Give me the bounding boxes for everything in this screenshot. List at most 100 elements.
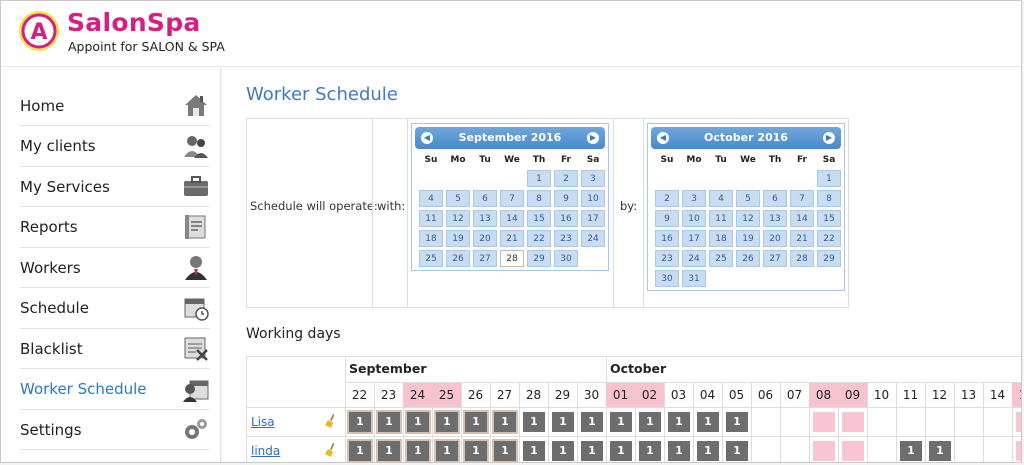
calendar-day[interactable]: 7 [790, 190, 814, 207]
sidebar-item-settings[interactable]: Settings [20, 410, 210, 450]
work-slot[interactable]: 1 [726, 441, 748, 461]
next-month-icon[interactable]: ▶ [823, 132, 835, 144]
calendar-day[interactable]: 5 [446, 190, 470, 207]
calendar-day[interactable]: 16 [655, 230, 679, 247]
calendar-day[interactable]: 13 [473, 210, 497, 227]
work-slot[interactable]: 1 [929, 441, 951, 461]
work-slot[interactable]: 1 [347, 439, 373, 462]
weekend-slot[interactable] [842, 441, 864, 461]
calendar-day[interactable]: 6 [763, 190, 787, 207]
work-slot[interactable]: 1 [552, 412, 574, 432]
work-slot[interactable]: 1 [434, 410, 460, 434]
broom-icon[interactable] [325, 443, 337, 457]
calendar-day[interactable]: 8 [817, 190, 841, 207]
calendar-day[interactable]: 12 [736, 210, 760, 227]
calendar-day[interactable]: 24 [682, 250, 706, 267]
calendar-day[interactable]: 13 [763, 210, 787, 227]
work-slot[interactable]: 1 [697, 412, 719, 432]
calendar-day[interactable]: 30 [655, 270, 679, 287]
calendar-day[interactable]: 11 [709, 210, 733, 227]
calendar-day[interactable]: 5 [736, 190, 760, 207]
work-slot[interactable]: 1 [347, 410, 373, 434]
calendar-day[interactable]: 27 [763, 250, 787, 267]
calendar-day[interactable]: 12 [446, 210, 470, 227]
weekend-slot[interactable] [1016, 441, 1021, 461]
calendar-day[interactable]: 2 [655, 190, 679, 207]
calendar-day[interactable]: 10 [581, 190, 605, 207]
calendar-day[interactable]: 21 [500, 230, 524, 247]
calendar-day[interactable]: 14 [500, 210, 524, 227]
next-month-icon[interactable]: ▶ [587, 132, 599, 144]
work-slot[interactable]: 1 [376, 439, 402, 462]
calendar-day[interactable]: 20 [473, 230, 497, 247]
calendar-day[interactable]: 24 [581, 230, 605, 247]
calendar-day[interactable]: 1 [817, 170, 841, 187]
calendar-day[interactable]: 25 [709, 250, 733, 267]
calendar-day[interactable]: 15 [817, 210, 841, 227]
calendar-day[interactable]: 27 [473, 250, 497, 267]
calendar-day[interactable]: 25 [419, 250, 443, 267]
work-slot[interactable]: 1 [668, 412, 690, 432]
work-slot[interactable]: 1 [610, 412, 632, 432]
calendar-day[interactable]: 23 [655, 250, 679, 267]
calendar-day[interactable]: 4 [419, 190, 443, 207]
calendar-day[interactable]: 15 [527, 210, 551, 227]
work-slot[interactable]: 1 [492, 439, 518, 462]
calendar-day[interactable]: 29 [527, 250, 551, 267]
prev-month-icon[interactable]: ◀ [421, 132, 433, 144]
calendar-day[interactable]: 31 [682, 270, 706, 287]
calendar-day[interactable]: 7 [500, 190, 524, 207]
work-slot[interactable]: 1 [492, 410, 518, 434]
sidebar-item-blacklist[interactable]: Blacklist [20, 329, 210, 369]
work-slot[interactable]: 1 [668, 441, 690, 461]
calendar-day[interactable]: 2 [554, 170, 578, 187]
work-slot[interactable]: 1 [581, 441, 603, 461]
weekend-slot[interactable] [1016, 412, 1021, 432]
work-slot[interactable]: 1 [726, 412, 748, 432]
calendar-day[interactable]: 26 [736, 250, 760, 267]
broom-icon[interactable] [325, 414, 337, 428]
sidebar-item-schedule[interactable]: Schedule [20, 289, 210, 329]
calendar-day[interactable]: 10 [682, 210, 706, 227]
calendar-day[interactable]: 3 [581, 170, 605, 187]
calendar-day[interactable]: 3 [682, 190, 706, 207]
work-slot[interactable]: 1 [523, 412, 545, 432]
calendar-day[interactable]: 17 [682, 230, 706, 247]
calendar-day[interactable]: 9 [554, 190, 578, 207]
sidebar-item-worker-schedule[interactable]: Worker Schedule [20, 370, 210, 410]
work-slot[interactable]: 1 [405, 439, 431, 462]
calendar-day[interactable]: 22 [527, 230, 551, 247]
worker-link[interactable]: linda [251, 444, 280, 458]
prev-month-icon[interactable]: ◀ [657, 132, 669, 144]
work-slot[interactable]: 1 [610, 441, 632, 461]
calendar-day[interactable]: 18 [419, 230, 443, 247]
weekend-slot[interactable] [813, 412, 835, 432]
sidebar-item-workers[interactable]: Workers [20, 248, 210, 288]
worker-link[interactable]: Lisa [251, 415, 275, 429]
work-slot[interactable]: 1 [581, 412, 603, 432]
calendar-day[interactable]: 18 [709, 230, 733, 247]
work-slot[interactable]: 1 [552, 441, 574, 461]
work-slot[interactable]: 1 [697, 441, 719, 461]
calendar-day[interactable]: 8 [527, 190, 551, 207]
sidebar-item-reports[interactable]: Reports [20, 208, 210, 248]
calendar-day[interactable]: 4 [709, 190, 733, 207]
calendar-day[interactable]: 14 [790, 210, 814, 227]
work-slot[interactable]: 1 [463, 439, 489, 462]
work-slot[interactable]: 1 [434, 439, 460, 462]
sidebar-item-my-services[interactable]: My Services [20, 167, 210, 207]
work-slot[interactable]: 1 [376, 410, 402, 434]
calendar-day[interactable]: 28 [500, 250, 524, 267]
calendar-day[interactable]: 19 [736, 230, 760, 247]
calendar-day[interactable]: 6 [473, 190, 497, 207]
weekend-slot[interactable] [842, 412, 864, 432]
work-slot[interactable]: 1 [900, 441, 922, 461]
work-slot[interactable]: 1 [639, 412, 661, 432]
calendar-day[interactable]: 16 [554, 210, 578, 227]
calendar-day[interactable]: 28 [790, 250, 814, 267]
work-slot[interactable]: 1 [463, 410, 489, 434]
calendar-day[interactable]: 17 [581, 210, 605, 227]
sidebar-item-my-clients[interactable]: My clients [20, 127, 210, 167]
calendar-day[interactable]: 21 [790, 230, 814, 247]
calendar-day[interactable]: 30 [554, 250, 578, 267]
